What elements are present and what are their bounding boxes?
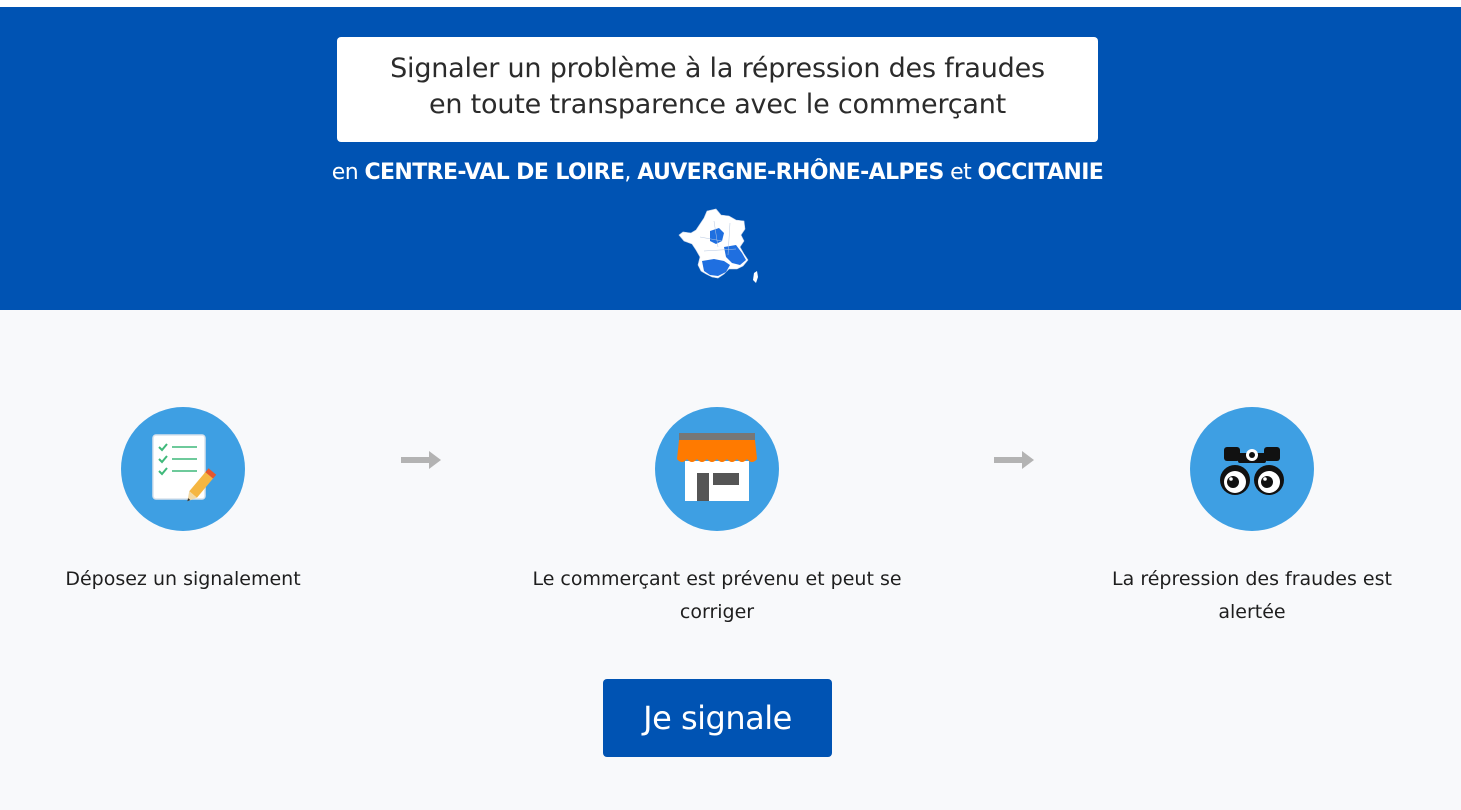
hero-title-line-1: Signaler un problème à la répression des… <box>390 53 1045 84</box>
shop-icon <box>677 433 757 501</box>
top-strip <box>0 0 1461 7</box>
regions-line: en CENTRE-VAL DE LOIRE, AUVERGNE-RHÔNE-A… <box>0 157 1435 189</box>
step-3-label: La répression des fraudes est alertée <box>1112 568 1392 623</box>
regions-separator: , <box>624 160 638 185</box>
step-1-label: Déposez un signalement <box>65 568 301 590</box>
binoculars-icon <box>1220 447 1284 495</box>
region-occitanie: OCCITANIE <box>977 160 1104 185</box>
arrow-right-icon-1 <box>401 451 441 469</box>
step-2-icon-circle <box>655 407 779 531</box>
arrow-right-icon-2 <box>994 451 1034 469</box>
hero-title-box: Signaler un problème à la répression des… <box>337 37 1098 142</box>
hero-title-line-2: en toute transparence avec le commerçant <box>428 89 1007 120</box>
je-signale-button[interactable]: Je signale <box>603 679 832 757</box>
regions-prefix: en <box>331 160 365 185</box>
france-map-icon <box>678 208 758 283</box>
hero-banner: Signaler un problème à la répression des… <box>0 7 1461 310</box>
step-1-icon-circle <box>121 407 245 531</box>
step-3-icon-circle <box>1190 407 1314 531</box>
checklist-pencil-icon <box>152 434 217 502</box>
regions-conjunction: et <box>943 160 978 185</box>
region-centre-val-de-loire: CENTRE-VAL DE LOIRE <box>364 160 625 185</box>
step-2-label: Le commerçant est prévenu et peut se cor… <box>532 568 902 623</box>
region-auvergne-rhone-alpes: AUVERGNE-RHÔNE-ALPES <box>637 160 944 185</box>
